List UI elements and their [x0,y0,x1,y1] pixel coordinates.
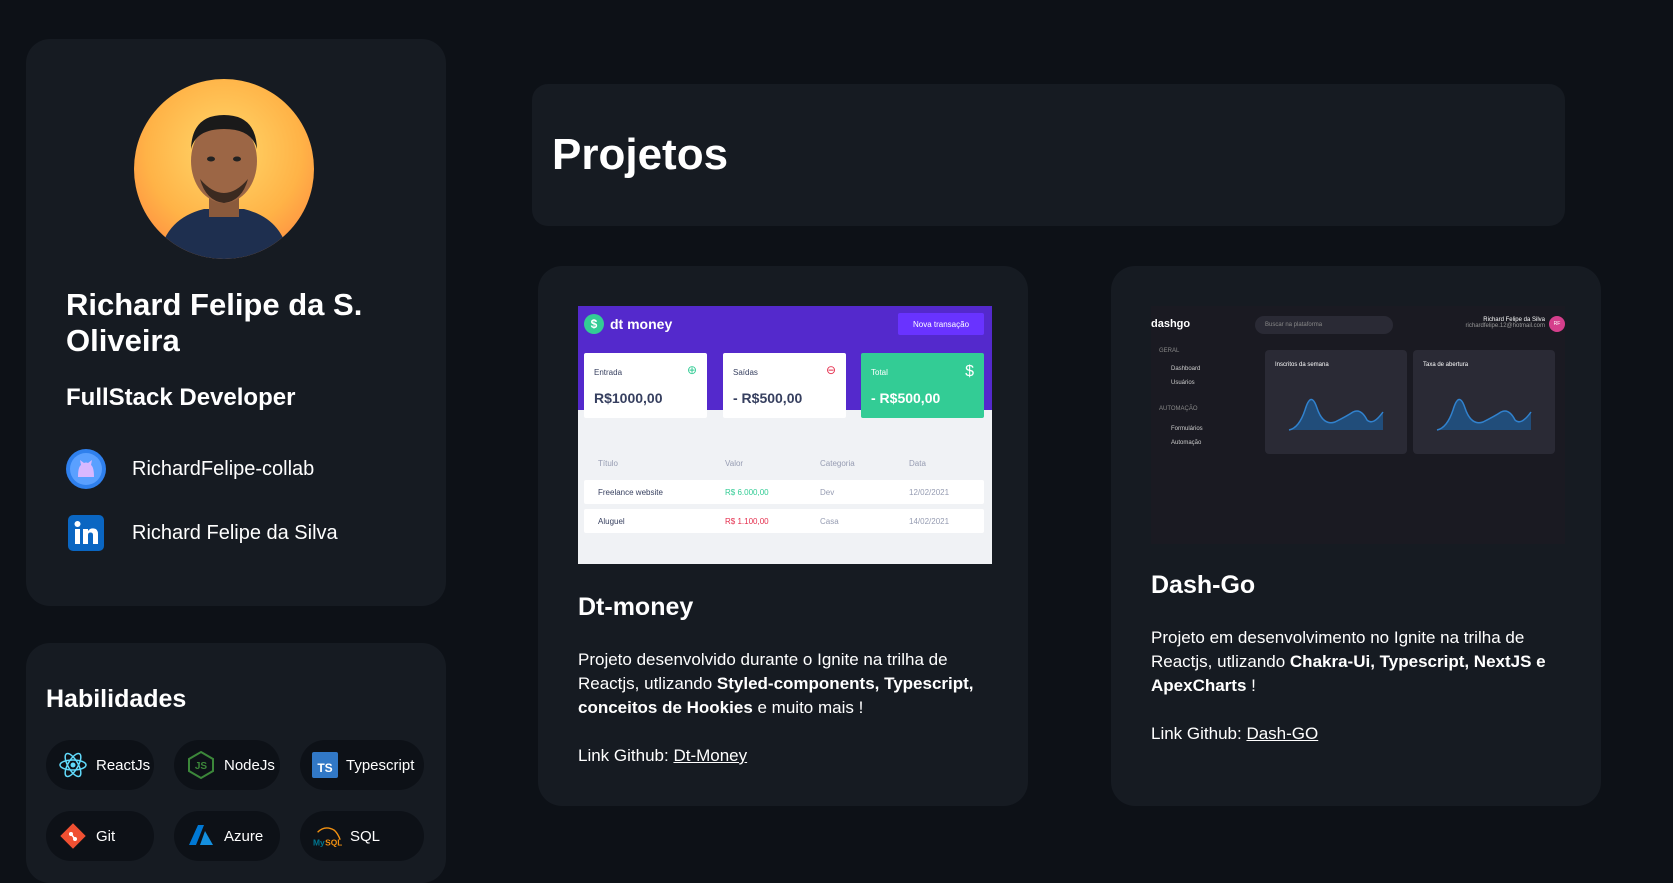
project-description: Projeto desenvolvido durante o Ignite na… [578,650,974,717]
thumb-avatar: RF [1549,316,1565,332]
linkedin-icon [66,513,106,553]
thumb-table-header: Categoria [820,459,855,468]
project-link-row: Link Github: Dt-Money [578,746,748,765]
arrow-up-icon: ⊕ [686,363,697,377]
skill-chip-typescript: TS Typescript [300,740,424,790]
thumb-card-outcome: Saídas ⊖ - R$500,00 [723,353,846,418]
git-icon [58,821,88,851]
skills-title: Habilidades [46,685,187,713]
project-description: Projeto em desenvolvimento no Ignite na … [1151,628,1546,695]
project-thumbnail: dashgo Buscar na plataforma Richard Feli… [1151,306,1565,544]
skill-chip-git: Git [46,811,154,861]
skill-chip-sql: My SQL SQL [300,811,424,861]
project-title: Dt-money [578,593,694,621]
arrow-down-icon: ⊖ [825,363,836,377]
thumb-card-total: Total $ - R$500,00 [861,353,984,418]
skill-label: ReactJs [96,756,151,774]
linkedin-link[interactable]: Richard Felipe da Silva [66,513,338,553]
thumb-logo: dashgo [1151,318,1191,330]
github-project-link[interactable]: Dt-Money [673,746,747,765]
dollar-icon: $ [965,363,974,380]
project-title: Dash-Go [1151,571,1256,599]
thumb-chart-panel: Taxa de abertura [1413,350,1555,454]
projects-title: Projetos [552,130,729,179]
avatar [134,79,314,259]
thumb-logo: $ dt money [584,314,672,334]
thumb-table-header: Valor [725,459,744,468]
skill-chip-azure: Azure [174,811,280,861]
thumb-chart-panel: Inscritos da semana [1265,350,1407,454]
skill-label: Git [96,827,116,845]
thumb-table-row: Aluguel R$ 1.100,00 Casa 14/02/2021 [584,509,984,533]
skill-chip-reactjs: ReactJs [46,740,154,790]
thumb-user: Richard Felipe da Silva richardfelipe.12… [1465,317,1545,329]
skill-label: NodeJs [224,756,275,774]
projects-header: Projetos [532,84,1565,226]
svg-text:My: My [313,837,325,847]
profile-card: Richard Felipe da S. Oliveira FullStack … [26,39,446,606]
github-link[interactable]: RichardFelipe-collab [66,449,314,489]
skills-card: Habilidades ReactJs JS NodeJs TS Typescr… [26,643,446,883]
project-thumbnail: $ dt money Nova transação Entrada ⊕ R$10… [578,306,992,564]
thumb-new-transaction-button: Nova transação [898,313,984,335]
skill-chip-nodejs: JS NodeJs [174,740,280,790]
react-icon [58,750,88,780]
skill-label: Azure [224,827,264,845]
linkedin-name: Richard Felipe da Silva [132,521,338,544]
nodejs-icon: JS [186,750,216,780]
thumb-table-row: Freelance website R$ 6.000,00 Dev 12/02/… [584,480,984,504]
thumb-table-header: Título [598,459,619,468]
svg-text:TS: TS [317,761,332,775]
typescript-icon: TS [312,750,338,780]
thumb-search: Buscar na plataforma [1255,316,1393,334]
github-icon [66,449,106,489]
skill-label: SQL [350,827,381,845]
project-link-row: Link Github: Dash-GO [1151,724,1319,743]
github-project-link[interactable]: Dash-GO [1246,724,1318,743]
svg-text:JS: JS [195,761,208,772]
thumb-card-income: Entrada ⊕ R$1000,00 [584,353,707,418]
project-card-dash-go: dashgo Buscar na plataforma Richard Feli… [1111,266,1601,806]
dollar-icon: $ [584,314,604,334]
thumb-table-header: Data [909,459,926,468]
profile-role: FullStack Developer [66,384,296,411]
skill-label: Typescript [346,756,415,774]
svg-text:SQL: SQL [325,837,342,847]
github-username: RichardFelipe-collab [132,457,315,480]
profile-name: Richard Felipe da S. Oliveira [66,287,363,358]
project-card-dt-money: $ dt money Nova transação Entrada ⊕ R$10… [538,266,1028,806]
azure-icon [186,821,216,851]
mysql-icon: My SQL [312,821,342,851]
